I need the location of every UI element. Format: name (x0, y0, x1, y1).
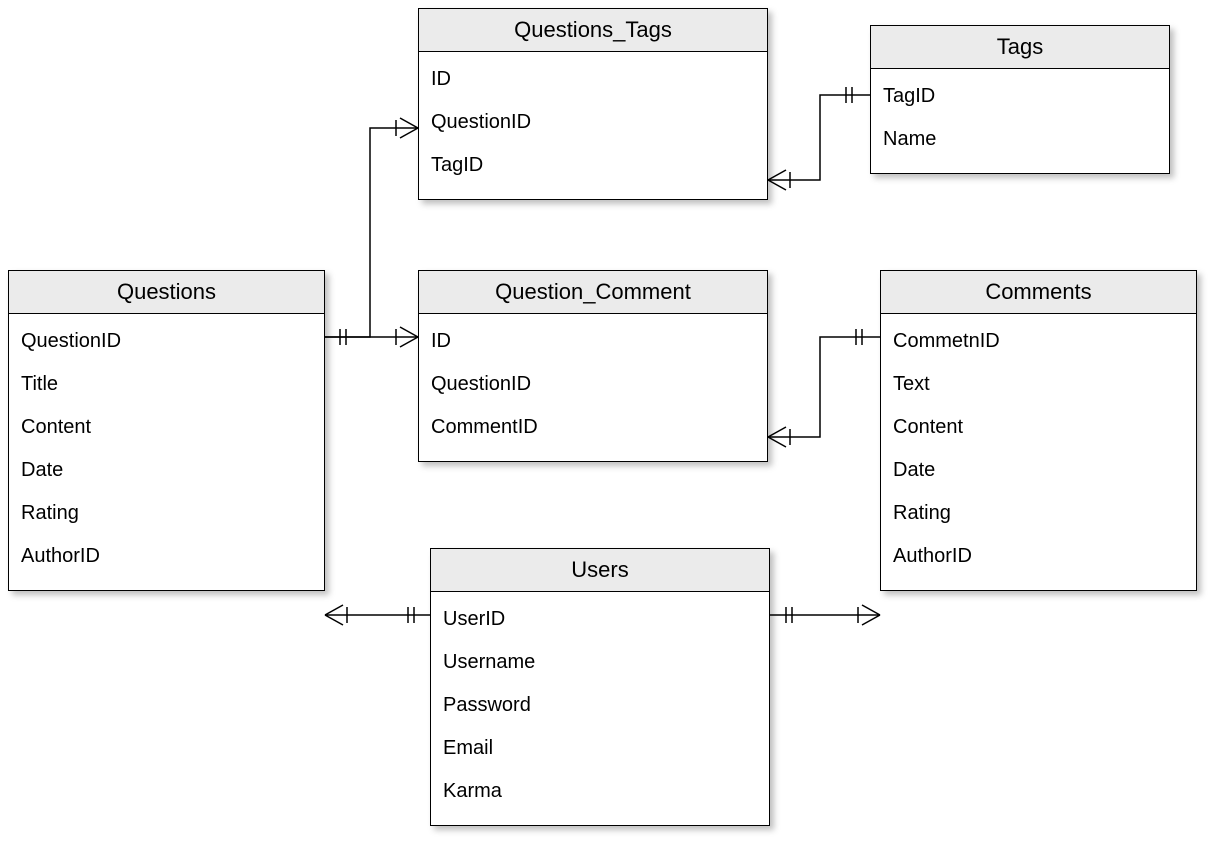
entity-body: ID QuestionID CommentID (419, 314, 767, 461)
field: Text (893, 363, 1184, 406)
field: ID (431, 58, 755, 101)
entity-comments: Comments CommetnID Text Content Date Rat… (880, 270, 1197, 591)
field: Name (883, 118, 1157, 161)
field: CommetnID (893, 320, 1184, 363)
entity-questions: Questions QuestionID Title Content Date … (8, 270, 325, 591)
field: QuestionID (431, 101, 755, 144)
field: ID (431, 320, 755, 363)
entity-header: Tags (871, 26, 1169, 69)
field: Date (21, 449, 312, 492)
entity-question-comment: Question_Comment ID QuestionID CommentID (418, 270, 768, 462)
field: TagID (883, 75, 1157, 118)
entity-users: Users UserID Username Password Email Kar… (430, 548, 770, 826)
field: QuestionID (431, 363, 755, 406)
field: Title (21, 363, 312, 406)
field: Content (21, 406, 312, 449)
field: Content (893, 406, 1184, 449)
field: AuthorID (21, 535, 312, 578)
field: Rating (893, 492, 1184, 535)
field: Username (443, 641, 757, 684)
field: Karma (443, 770, 757, 813)
entity-tags: Tags TagID Name (870, 25, 1170, 174)
entity-body: TagID Name (871, 69, 1169, 173)
field: Date (893, 449, 1184, 492)
entity-body: QuestionID Title Content Date Rating Aut… (9, 314, 324, 590)
entity-header: Comments (881, 271, 1196, 314)
field: QuestionID (21, 320, 312, 363)
entity-body: CommetnID Text Content Date Rating Autho… (881, 314, 1196, 590)
field: TagID (431, 144, 755, 187)
entity-header: Questions_Tags (419, 9, 767, 52)
field: AuthorID (893, 535, 1184, 578)
entity-header: Questions (9, 271, 324, 314)
entity-body: UserID Username Password Email Karma (431, 592, 769, 825)
entity-header: Question_Comment (419, 271, 767, 314)
entity-body: ID QuestionID TagID (419, 52, 767, 199)
field: Rating (21, 492, 312, 535)
field: Password (443, 684, 757, 727)
field: Email (443, 727, 757, 770)
field: UserID (443, 598, 757, 641)
entity-header: Users (431, 549, 769, 592)
entity-questions-tags: Questions_Tags ID QuestionID TagID (418, 8, 768, 200)
field: CommentID (431, 406, 755, 449)
